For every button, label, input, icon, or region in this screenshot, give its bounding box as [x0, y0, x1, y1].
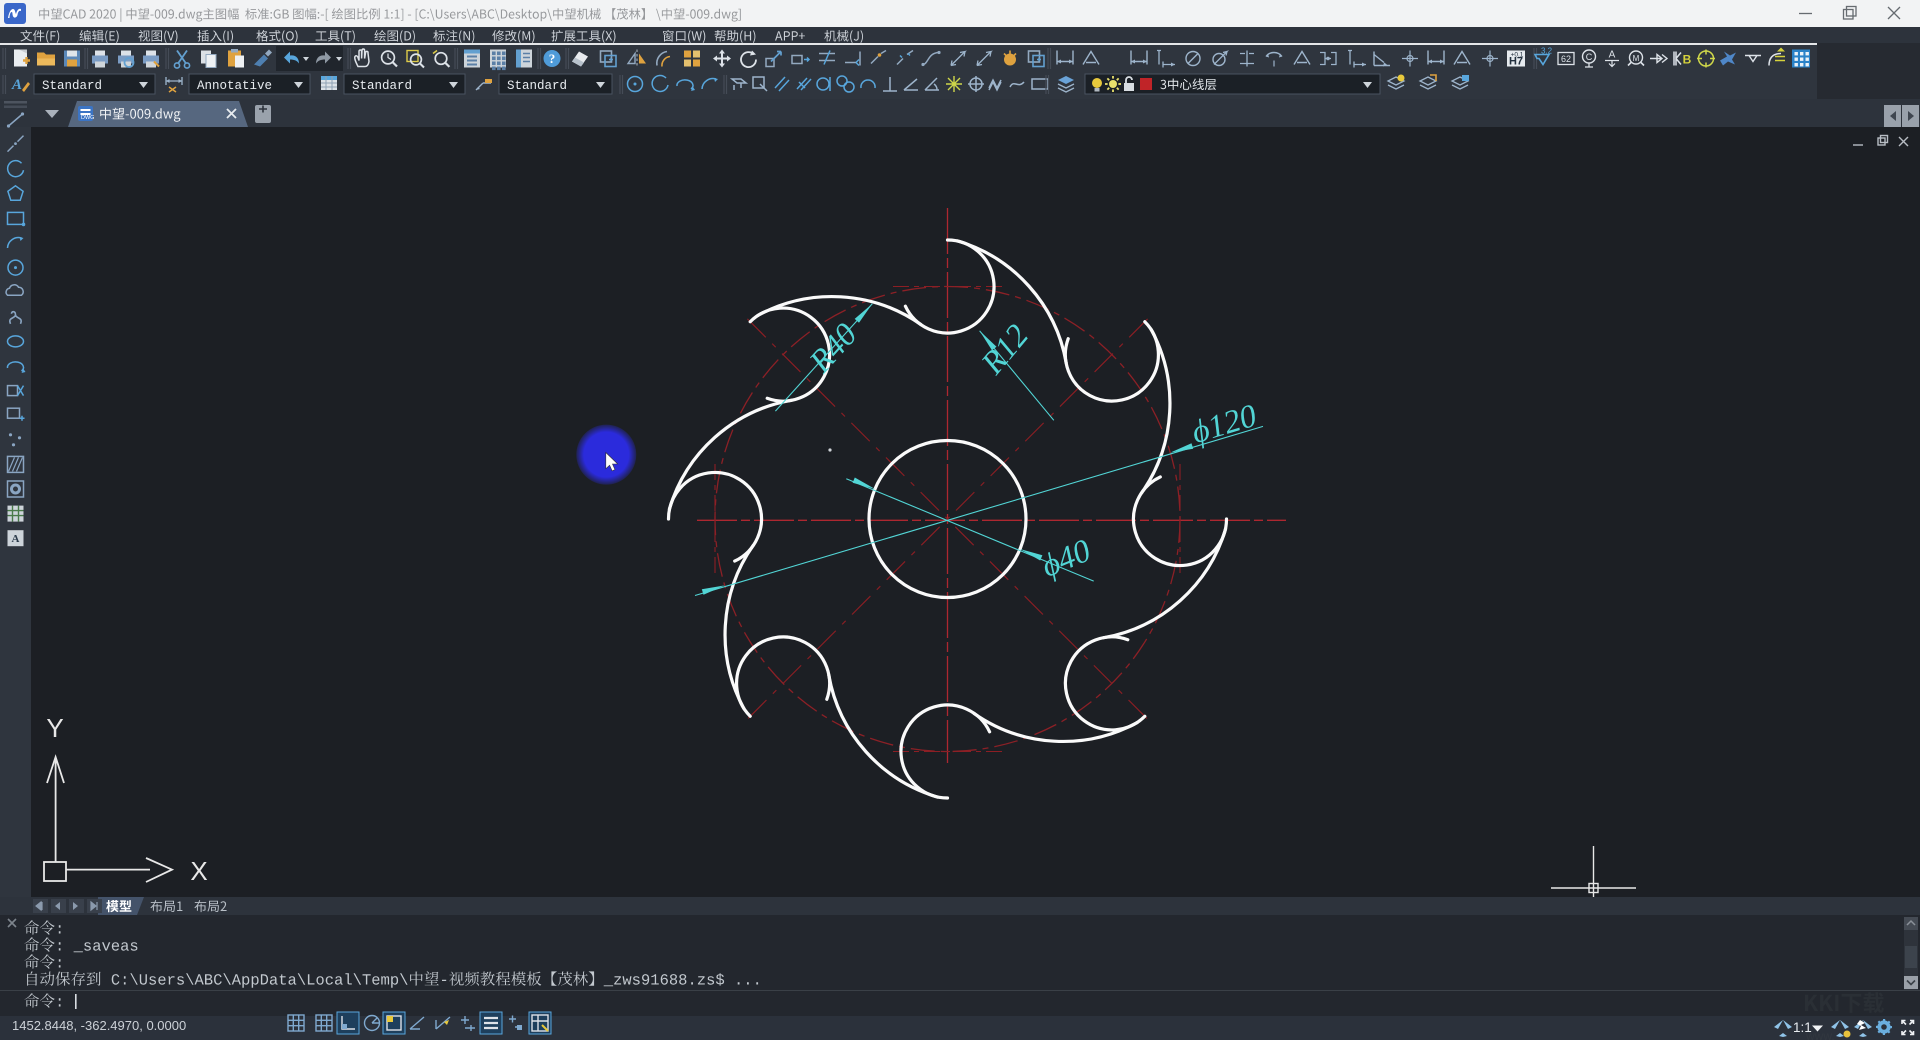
svg-text:DWG: DWG	[81, 115, 94, 121]
svg-text:?: ?	[549, 51, 556, 66]
svg-text:62: 62	[1561, 54, 1571, 64]
svg-text:3.2: 3.2	[1541, 47, 1553, 56]
svg-text:Standard: Standard	[507, 79, 567, 93]
svg-text:www.: www.	[1805, 1029, 1835, 1040]
svg-text:Annotative: Annotative	[197, 79, 272, 93]
svg-text:A: A	[1609, 50, 1616, 61]
svg-text:C: C	[1586, 52, 1593, 62]
svg-text:A: A	[11, 77, 22, 93]
svg-text:Standard: Standard	[42, 79, 102, 93]
svg-text:M: M	[1633, 54, 1640, 63]
svg-text:A: A	[12, 533, 20, 545]
svg-text:Standard: Standard	[352, 79, 412, 93]
svg-text:+0.1: +0.1	[1511, 52, 1524, 59]
svg-text:B: B	[1683, 53, 1692, 67]
svg-text:1452.8448, -362.4970, 0.0000: 1452.8448, -362.4970, 0.0000	[12, 1018, 186, 1033]
